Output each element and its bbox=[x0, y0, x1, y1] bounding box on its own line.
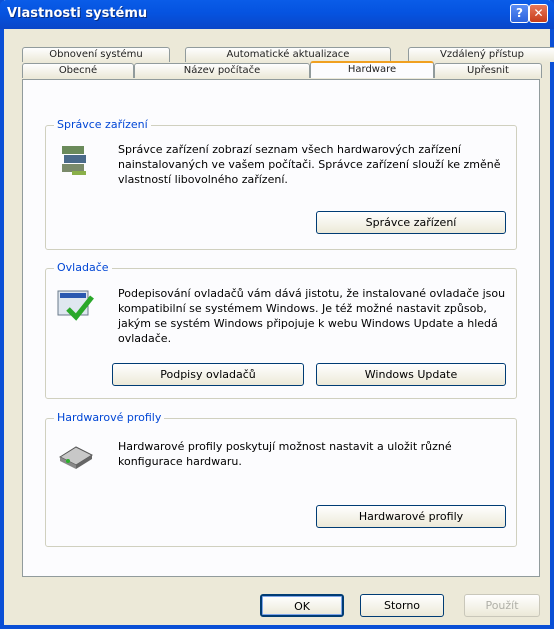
device-manager-button[interactable]: Správce zařízení bbox=[316, 211, 506, 234]
windows-update-button[interactable]: Windows Update bbox=[316, 363, 506, 386]
hardware-profiles-legend: Hardwarové profily bbox=[54, 411, 165, 424]
close-button[interactable]: ✕ bbox=[529, 4, 548, 23]
hardware-profiles-group: Hardwarové profily Hardwarové profily po… bbox=[45, 411, 517, 547]
tab-panel: Správce zařízení Správce zařízení zobraz… bbox=[22, 79, 540, 577]
cancel-button[interactable]: Storno bbox=[360, 594, 444, 617]
hardware-profiles-description: Hardwarové profily poskytují možnost nas… bbox=[118, 440, 452, 468]
apply-button[interactable]: Použít bbox=[464, 594, 540, 617]
help-button[interactable]: ? bbox=[510, 4, 529, 23]
tab-automaticke-aktualizace[interactable]: Automatické aktualizace bbox=[185, 47, 391, 62]
driver-signing-icon bbox=[57, 290, 94, 321]
tab-nazev-pocitace[interactable]: Název počítače bbox=[134, 63, 310, 78]
drivers-group: Ovladače Podepisování ovladačů vám dává … bbox=[45, 261, 517, 399]
device-manager-group: Správce zařízení Správce zařízení zobraz… bbox=[45, 118, 517, 250]
driver-signing-button[interactable]: Podpisy ovladačů bbox=[112, 363, 304, 386]
drivers-legend: Ovladače bbox=[54, 261, 112, 274]
device-manager-description: Správce zařízení zobrazí seznam všech ha… bbox=[118, 143, 501, 186]
device-manager-legend: Správce zařízení bbox=[54, 118, 151, 131]
hardware-profiles-button[interactable]: Hardwarové profily bbox=[316, 505, 506, 528]
tab-obecne[interactable]: Obecné bbox=[22, 63, 134, 78]
window-title: Vlastnosti systému bbox=[7, 6, 148, 21]
system-properties-window: Vlastnosti systému ? ✕ Obnovení systému … bbox=[0, 0, 554, 629]
ok-button[interactable]: OK bbox=[260, 594, 344, 617]
hardware-profiles-icon bbox=[58, 446, 94, 469]
device-manager-icon bbox=[62, 146, 86, 175]
tab-hardware[interactable]: Hardware bbox=[310, 61, 434, 78]
tab-obnoveni-systemu[interactable]: Obnovení systému bbox=[22, 47, 170, 62]
title-bar[interactable]: Vlastnosti systému ? ✕ bbox=[0, 0, 554, 29]
drivers-description: Podepisování ovladačů vám dává jistotu, … bbox=[118, 287, 506, 345]
tab-upresnit[interactable]: Upřesnit bbox=[434, 63, 542, 78]
tab-vzdaleny-pristup[interactable]: Vzdálený přístup bbox=[408, 47, 554, 62]
